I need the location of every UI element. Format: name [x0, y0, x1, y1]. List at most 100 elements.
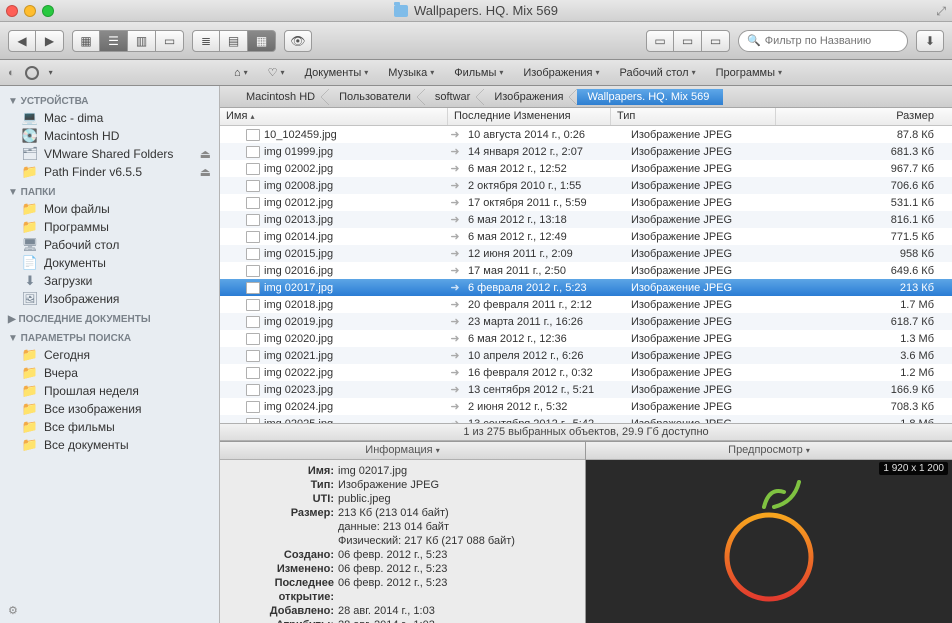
arrange-button[interactable]: ≣	[192, 30, 220, 52]
sidebar-item[interactable]: 📁Вчера	[0, 364, 219, 382]
menu-Программы[interactable]: Программы▾	[708, 64, 790, 82]
file-row[interactable]: img 02012.jpg➜17 октября 2011 г., 5:59Из…	[220, 194, 952, 211]
mode-c-button[interactable]: ▭	[702, 30, 730, 52]
disclosure-icon[interactable]: ➜	[448, 264, 462, 277]
search-field[interactable]: 🔍	[738, 30, 908, 52]
file-row[interactable]: img 02013.jpg➜6 мая 2012 г., 13:18Изобра…	[220, 211, 952, 228]
sidebar-item[interactable]: 🖼Изображения	[0, 290, 219, 308]
file-row[interactable]: img 02025.jpg➜13 сентября 2012 г., 5:42И…	[220, 415, 952, 423]
view-icon-button[interactable]: ▦	[72, 30, 100, 52]
eject-icon[interactable]: ⏏	[200, 165, 211, 179]
file-row[interactable]: img 02022.jpg➜16 февраля 2012 г., 0:32Из…	[220, 364, 952, 381]
sidebar-section[interactable]: ▶ ПОСЛЕДНИЕ ДОКУМЕНТЫ	[0, 308, 219, 327]
preview-image[interactable]: 1 920 x 1 200	[586, 460, 952, 623]
disclosure-icon[interactable]: ➜	[448, 247, 462, 260]
menu-Изображения[interactable]: Изображения▾	[515, 64, 607, 82]
view-list-button[interactable]: ☰	[100, 30, 128, 52]
breadcrumb[interactable]: Изображения	[484, 89, 577, 105]
col-name-header[interactable]: Имя ▴	[220, 108, 448, 125]
disclosure-icon[interactable]: ➜	[448, 128, 462, 141]
menu-Документы[interactable]: Документы▾	[297, 64, 377, 82]
mode-a-button[interactable]: ▭	[646, 30, 674, 52]
sidebar-item[interactable]: 📁Все изображения	[0, 400, 219, 418]
sidebar-item[interactable]: 💽Macintosh HD	[0, 127, 219, 145]
zoom-window-button[interactable]	[42, 5, 54, 17]
disclosure-icon[interactable]: ➜	[448, 196, 462, 209]
disclosure-icon[interactable]: ➜	[448, 230, 462, 243]
breadcrumb[interactable]: Wallpapers. HQ. Mix 569	[577, 89, 723, 105]
file-row[interactable]: img 02014.jpg➜6 мая 2012 г., 12:49Изобра…	[220, 228, 952, 245]
forward-button[interactable]: ▶	[36, 30, 64, 52]
file-row[interactable]: img 02017.jpg➜6 февраля 2012 г., 5:23Изо…	[220, 279, 952, 296]
breadcrumb[interactable]: Пользователи	[329, 89, 425, 105]
disclosure-icon[interactable]: ➜	[448, 315, 462, 328]
search-input[interactable]	[765, 35, 899, 47]
file-row[interactable]: 10_102459.jpg➜10 августа 2014 г., 0:26Из…	[220, 126, 952, 143]
sidebar-toggle-icon[interactable]: ◐	[8, 67, 15, 79]
mode-b-button[interactable]: ▭	[674, 30, 702, 52]
disclosure-icon[interactable]: ➜	[448, 400, 462, 413]
home-icon[interactable]: ⌂▾	[226, 64, 256, 82]
breadcrumb[interactable]: Macintosh HD	[236, 89, 329, 105]
arrange-button-3[interactable]: ▦	[248, 30, 276, 52]
file-row[interactable]: img 01999.jpg➜14 января 2012 г., 2:07Изо…	[220, 143, 952, 160]
menu-Музыка[interactable]: Музыка▾	[380, 64, 442, 82]
heart-icon[interactable]: ♡▾	[260, 63, 293, 82]
disclosure-icon[interactable]: ➜	[448, 162, 462, 175]
disclosure-icon[interactable]: ➜	[448, 179, 462, 192]
sidebar-item[interactable]: 📁Path Finder v6.5.5⏏	[0, 163, 219, 181]
view-coverflow-button[interactable]: ▭	[156, 30, 184, 52]
sidebar-section[interactable]: ▼ ПАПКИ	[0, 181, 219, 200]
disclosure-icon[interactable]: ➜	[448, 281, 462, 294]
sidebar-item[interactable]: 📁Все фильмы	[0, 418, 219, 436]
file-row[interactable]: img 02020.jpg➜6 мая 2012 г., 12:36Изобра…	[220, 330, 952, 347]
disclosure-icon[interactable]: ➜	[448, 298, 462, 311]
file-list[interactable]: 10_102459.jpg➜10 августа 2014 г., 0:26Из…	[220, 126, 952, 423]
col-date-header[interactable]: Последние Изменения	[448, 108, 611, 125]
sidebar-item[interactable]: 💻Mac - dima	[0, 109, 219, 127]
col-kind-header[interactable]: Тип	[611, 108, 776, 125]
menu-Фильмы[interactable]: Фильмы▾	[446, 64, 511, 82]
sidebar-item[interactable]: 📄Документы	[0, 254, 219, 272]
sidebar-item[interactable]: 📁Прошлая неделя	[0, 382, 219, 400]
breadcrumb[interactable]: softwar	[425, 89, 484, 105]
download-button[interactable]: ⬇	[916, 30, 944, 52]
sidebar-item[interactable]: 📁Программы	[0, 218, 219, 236]
close-window-button[interactable]	[6, 5, 18, 17]
back-button[interactable]: ◀	[8, 30, 36, 52]
file-row[interactable]: img 02024.jpg➜2 июня 2012 г., 5:32Изобра…	[220, 398, 952, 415]
arrange-button-2[interactable]: ▤	[220, 30, 248, 52]
sidebar-item[interactable]: 📁Сегодня	[0, 346, 219, 364]
disclosure-icon[interactable]: ➜	[448, 332, 462, 345]
fullscreen-icon[interactable]: ⤢	[936, 4, 946, 19]
file-row[interactable]: img 02002.jpg➜6 мая 2012 г., 12:52Изобра…	[220, 160, 952, 177]
view-column-button[interactable]: ▥	[128, 30, 156, 52]
sidebar-item[interactable]: 🖥Рабочий стол	[0, 236, 219, 254]
file-row[interactable]: img 02008.jpg➜2 октября 2010 г., 1:55Изо…	[220, 177, 952, 194]
sidebar-item-icon: 📁	[22, 165, 38, 179]
sidebar-section[interactable]: ▼ УСТРОЙСТВА	[0, 90, 219, 109]
sidebar-item[interactable]: 📁Мои файлы	[0, 200, 219, 218]
disclosure-icon[interactable]: ➜	[448, 349, 462, 362]
quicklook-button[interactable]: 👁	[284, 30, 312, 52]
col-size-header[interactable]: Размер	[776, 108, 952, 125]
disclosure-icon[interactable]: ➜	[448, 366, 462, 379]
sidebar-item[interactable]: 🗂VMware Shared Folders⏏	[0, 145, 219, 163]
file-row[interactable]: img 02015.jpg➜12 июня 2011 г., 2:09Изобр…	[220, 245, 952, 262]
settings-gear-icon[interactable]: ⚙	[8, 604, 18, 617]
sidebar-section[interactable]: ▼ ПАРАМЕТРЫ ПОИСКА	[0, 327, 219, 346]
file-row[interactable]: img 02019.jpg➜23 марта 2011 г., 16:26Изо…	[220, 313, 952, 330]
menu-Рабочий стол[interactable]: Рабочий стол▾	[612, 64, 704, 82]
file-row[interactable]: img 02023.jpg➜13 сентября 2012 г., 5:21И…	[220, 381, 952, 398]
minimize-window-button[interactable]	[24, 5, 36, 17]
file-row[interactable]: img 02021.jpg➜10 апреля 2012 г., 6:26Изо…	[220, 347, 952, 364]
disclosure-icon[interactable]: ➜	[448, 145, 462, 158]
file-row[interactable]: img 02016.jpg➜17 мая 2011 г., 2:50Изобра…	[220, 262, 952, 279]
disclosure-icon[interactable]: ➜	[448, 213, 462, 226]
disclosure-icon[interactable]: ➜	[448, 383, 462, 396]
sidebar-item[interactable]: ⬇Загрузки	[0, 272, 219, 290]
file-row[interactable]: img 02018.jpg➜20 февраля 2011 г., 2:12Из…	[220, 296, 952, 313]
sidebar-item[interactable]: 📁Все документы	[0, 436, 219, 454]
eject-icon[interactable]: ⏏	[200, 147, 211, 161]
gear-icon[interactable]	[25, 66, 39, 80]
